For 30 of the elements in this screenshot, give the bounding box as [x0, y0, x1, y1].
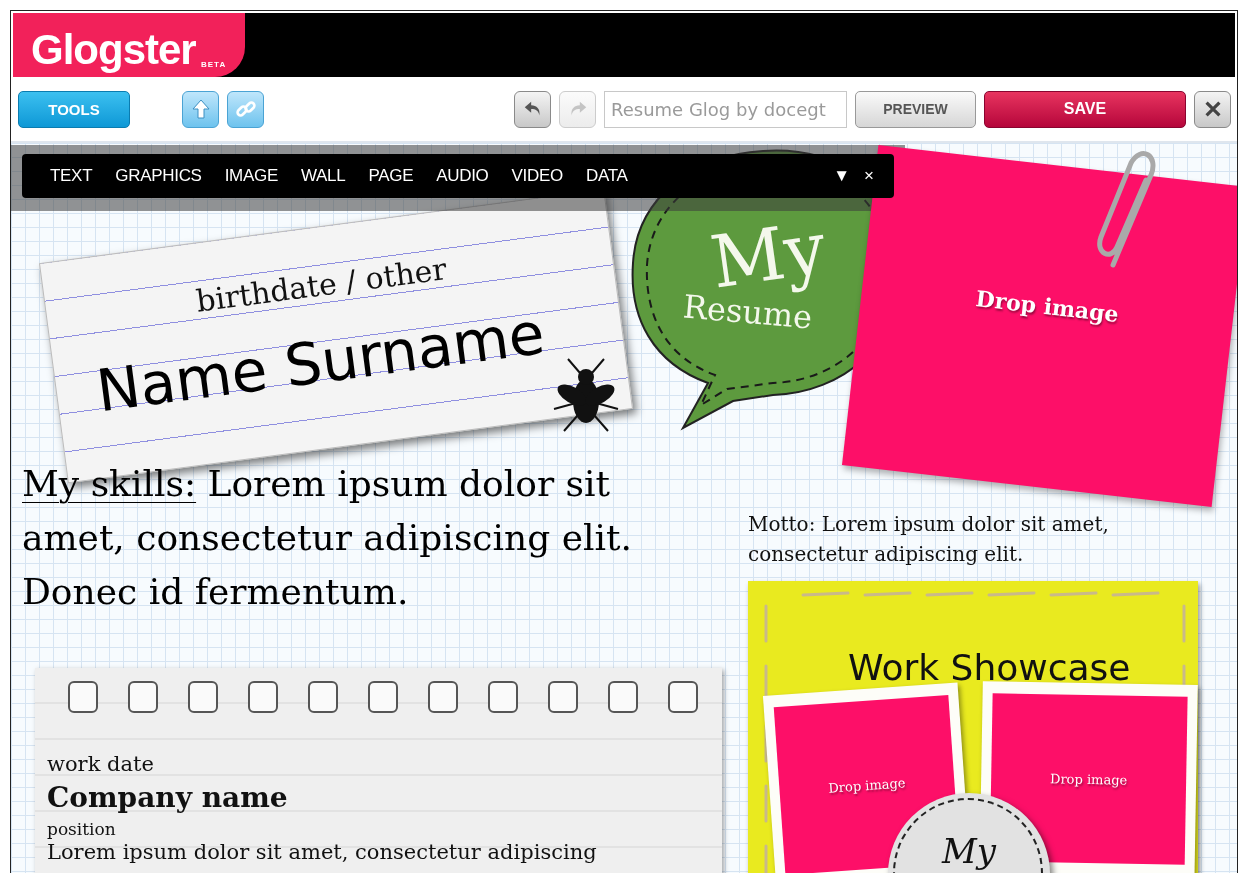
menu-tab[interactable]: VIDEO [511, 166, 563, 186]
menu-tab[interactable]: DATA [585, 166, 628, 186]
menu-tab[interactable]: IMAGE [224, 166, 278, 186]
company-name-text: Company name [47, 782, 288, 815]
undo-button[interactable] [514, 90, 551, 128]
preview-button[interactable]: PREVIEW [855, 90, 976, 128]
position-text: position [47, 820, 116, 840]
menu-tab[interactable]: WALL [300, 166, 346, 186]
work-date-text: work date [47, 752, 154, 777]
menu-tab[interactable]: PAGE [368, 166, 414, 186]
close-button[interactable] [1194, 90, 1231, 128]
drop-image-label: Drop image [827, 774, 906, 796]
upload-button[interactable] [182, 90, 219, 128]
save-button[interactable]: SAVE [984, 90, 1186, 128]
birthdate-text: birthdate / other [194, 251, 449, 319]
motto-text: Motto: Lorem ipsum dolor sit amet, consectetur adipiscing elit. [748, 511, 1110, 568]
beta-label: BETA [201, 60, 227, 69]
close-button[interactable]: × [864, 166, 874, 186]
logo-text: Glogster [31, 29, 196, 71]
link-button[interactable] [227, 90, 264, 128]
menu-tab[interactable]: TEXT [50, 166, 93, 186]
drop-image-label: Drop image [974, 285, 1121, 328]
skills-paragraph: My skills: Lorem ipsum dolor sit amet, consectetur adipiscing elit. Donec id fermentum. [22, 462, 633, 614]
menu-tab[interactable]: AUDIO [436, 166, 489, 186]
menu-tab[interactable]: GRAPHICS [115, 166, 202, 186]
description-text: Lorem ipsum dolor sit amet, consectetur adipiscing [47, 840, 597, 865]
badge-text: My [942, 831, 996, 873]
collapse-button[interactable]: ▼ [833, 166, 851, 186]
showcase-title: Work Showcase [848, 647, 1131, 688]
drop-image-label: Drop image [1049, 770, 1128, 788]
